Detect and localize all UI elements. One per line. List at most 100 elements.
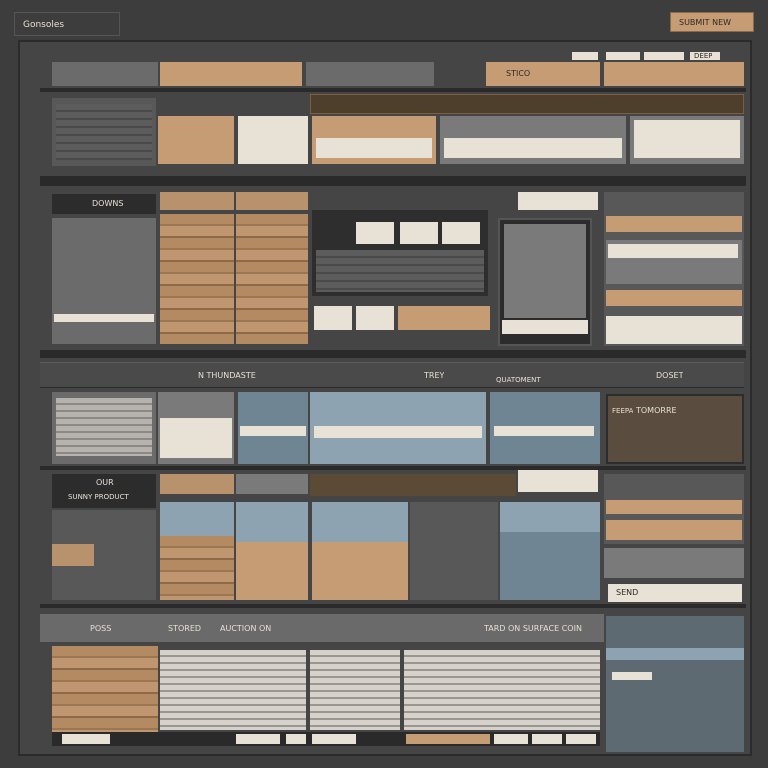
product-header-a: OUR <box>96 478 114 487</box>
top-thumb-1[interactable] <box>158 116 234 164</box>
fr-row-1[interactable] <box>606 216 742 232</box>
footer-btn-3[interactable] <box>286 734 306 744</box>
center-bottom-2[interactable] <box>356 306 394 330</box>
side-card-label: TOMORRE <box>636 406 677 415</box>
center-card-1[interactable] <box>356 222 394 244</box>
product-header: OUR SUNNY PRODUCT <box>52 474 156 508</box>
left-panel-1 <box>52 218 156 344</box>
mid-card-1[interactable] <box>158 392 234 464</box>
wood-panel-2[interactable] <box>236 214 308 344</box>
bottom-list-3[interactable] <box>404 650 600 730</box>
bottom-list-1[interactable] <box>160 650 306 730</box>
window-title: Gonsoles <box>23 20 65 30</box>
left-header-1-label: DOWNS <box>92 199 124 208</box>
footer-btn-7[interactable] <box>532 734 562 744</box>
center-bottom-3[interactable] <box>398 306 490 330</box>
mid-left-rows <box>56 398 152 456</box>
footer-btn-5[interactable] <box>406 734 490 744</box>
footer-btn-6[interactable] <box>494 734 528 744</box>
gold-bar <box>310 94 744 114</box>
bottom-header-tag: STORED <box>168 624 202 633</box>
top-card-4-label: STICO <box>506 69 531 78</box>
mid-card-4-inner <box>494 426 594 436</box>
mid-header-title: N THUNDASTE <box>198 371 256 380</box>
fr-row-4[interactable] <box>606 316 742 344</box>
top-thumb-2[interactable] <box>238 116 308 164</box>
fr-row-3[interactable] <box>606 290 742 306</box>
product-chip[interactable] <box>52 544 94 566</box>
mid-card-1-inner <box>160 418 232 458</box>
left-header-1: DOWNS <box>52 194 156 214</box>
mid-header-far-right: DOSET <box>656 371 684 380</box>
top-divider <box>40 88 746 92</box>
section-divider-1 <box>40 176 746 186</box>
section-divider-3 <box>40 466 746 470</box>
row4-tab-2[interactable] <box>236 474 308 494</box>
footer-btn-1[interactable] <box>62 734 110 744</box>
bottom-chip[interactable]: SEND <box>608 584 742 602</box>
top-thumb-3[interactable] <box>312 116 436 164</box>
right-image-panel <box>498 218 592 346</box>
grid-cell-1-wood <box>160 536 234 600</box>
wood-panel-1[interactable] <box>160 214 234 344</box>
section-divider-2 <box>40 350 746 358</box>
r4-row-1[interactable] <box>606 500 742 514</box>
side-card[interactable]: TOMORRE FEEPA <box>606 394 744 464</box>
r4-row-2[interactable] <box>606 520 742 540</box>
right-top-tab[interactable] <box>518 192 598 210</box>
mini-tab-3[interactable] <box>644 52 684 60</box>
center-dark-panel <box>312 210 488 296</box>
top-card-4[interactable]: STICO <box>486 62 600 86</box>
mini-tab-4-label: DEEP <box>694 52 713 60</box>
grid-cell-3[interactable] <box>312 502 408 600</box>
right-image-caption <box>502 320 588 334</box>
footer-btn-8[interactable] <box>566 734 596 744</box>
top-card-5[interactable] <box>604 62 744 86</box>
mini-tab-4[interactable]: DEEP <box>690 52 720 60</box>
action-button-label: SUBMIT NEW <box>679 18 732 27</box>
fr-row-2[interactable] <box>606 240 742 284</box>
fr-row-2-inner <box>608 244 738 258</box>
top-card-3[interactable] <box>306 62 434 86</box>
mid-card-2[interactable] <box>238 392 308 464</box>
mid-card-2-inner <box>240 426 306 436</box>
top-thumb-5[interactable] <box>630 116 744 164</box>
mini-tab-2[interactable] <box>606 52 640 60</box>
wood-header-1[interactable] <box>160 192 234 210</box>
bottom-header-bar: POSS STORED AUCTION ON TARD ON SURFACE C… <box>40 614 604 642</box>
wood-header-2[interactable] <box>236 192 308 210</box>
left-rail <box>22 50 40 750</box>
bottom-right-band <box>606 648 744 660</box>
mid-header-center: TREY <box>424 371 445 380</box>
grid-cell-2[interactable] <box>236 502 308 600</box>
row4-tab-1[interactable] <box>160 474 234 494</box>
grid-cell-1[interactable] <box>160 502 234 600</box>
footer-btn-2[interactable] <box>236 734 280 744</box>
mini-tab-1[interactable] <box>572 52 598 60</box>
product-header-b: SUNNY PRODUCT <box>68 493 129 501</box>
top-card-1[interactable] <box>52 62 158 86</box>
center-bottom-1[interactable] <box>314 306 352 330</box>
footer-btn-4[interactable] <box>312 734 356 744</box>
top-thumb-4[interactable] <box>440 116 626 164</box>
left-panel-1-footer <box>54 314 154 322</box>
grid-cell-5[interactable] <box>500 502 600 600</box>
grid-cell-4[interactable] <box>410 502 498 600</box>
row4-right-column <box>604 474 744 544</box>
action-button[interactable]: SUBMIT NEW <box>670 12 754 32</box>
grid-cell-2-tan <box>236 542 308 600</box>
top-thumb-3-inner <box>316 138 432 158</box>
bottom-list-2[interactable] <box>310 650 400 730</box>
center-card-2[interactable] <box>400 222 438 244</box>
bottom-wood-panel[interactable] <box>52 646 158 732</box>
mid-card-3[interactable] <box>310 392 486 464</box>
top-card-2[interactable] <box>160 62 302 86</box>
product-panel <box>52 510 156 600</box>
mid-card-4[interactable] <box>490 392 600 464</box>
bottom-right-panel <box>606 616 744 752</box>
mid-header-bar: N THUNDASTE TREY QUATOMENT DOSET <box>40 362 744 388</box>
top-thumb-5-inner <box>634 120 740 158</box>
center-card-3[interactable] <box>442 222 480 244</box>
mid-header-right: QUATOMENT <box>496 376 541 384</box>
row4-tab-3[interactable] <box>518 470 598 492</box>
